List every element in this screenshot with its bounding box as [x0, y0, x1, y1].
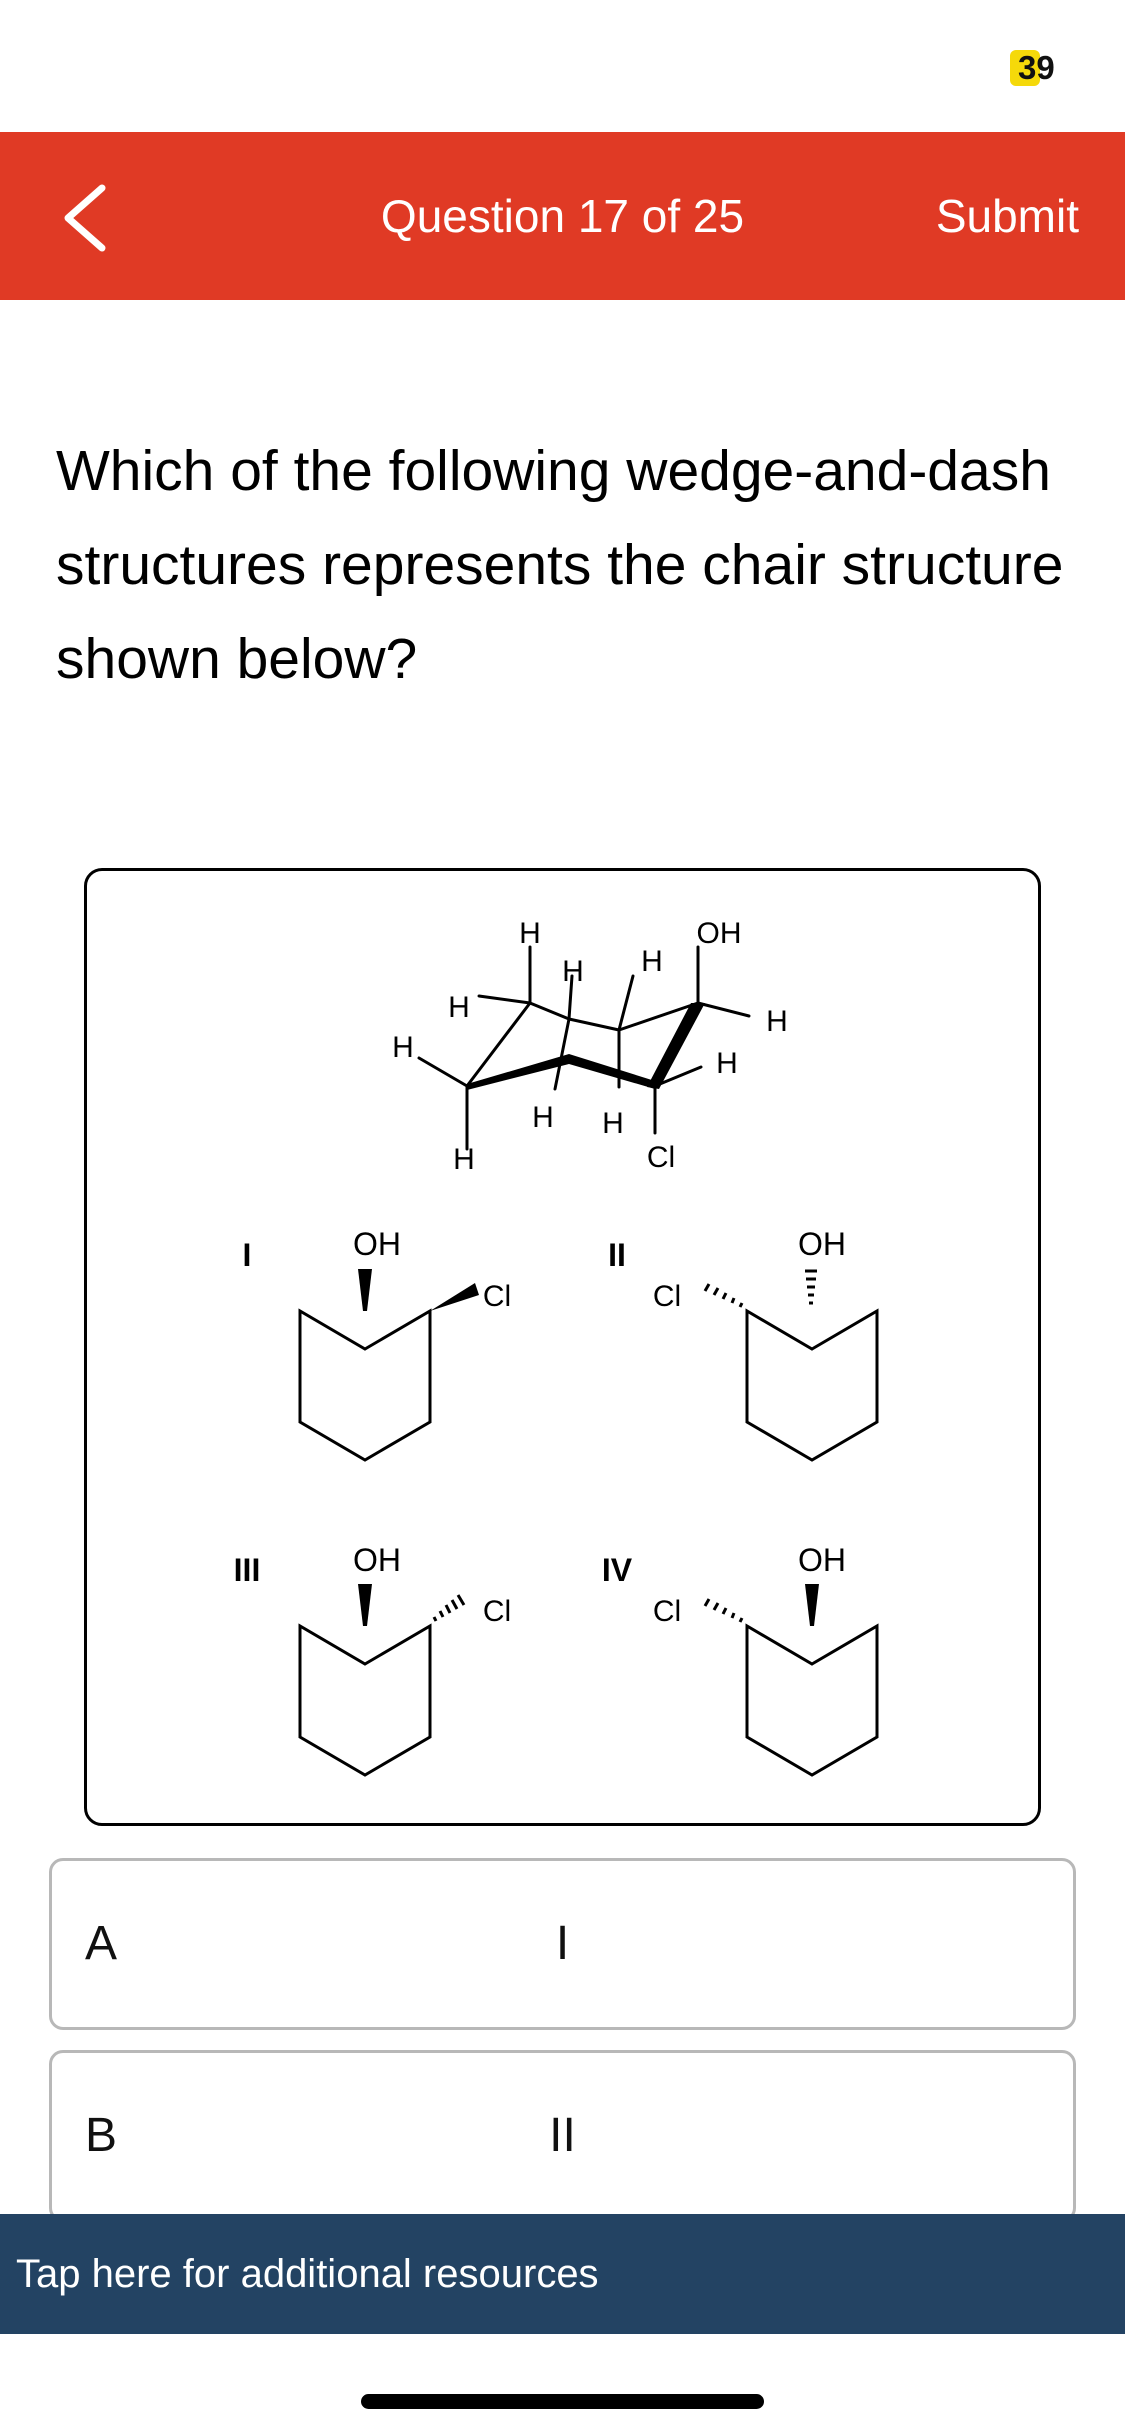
structure-IV: IV OH Cl — [602, 1542, 879, 1777]
structure-side-group: Cl — [483, 1280, 511, 1313]
chair-label-h: H — [562, 955, 584, 988]
chair-label-h: H — [453, 1143, 475, 1176]
answer-option-b[interactable]: II B — [49, 2050, 1076, 2222]
structure-I: I OH Cl — [243, 1226, 511, 1462]
chair-label-h: H — [602, 1107, 624, 1140]
structure-top-group: OH — [798, 1542, 846, 1578]
structure-numeral: I — [243, 1237, 252, 1273]
chair-label-h: H — [641, 945, 663, 978]
chair-structure — [417, 945, 751, 1151]
structure-top-group: OH — [353, 1542, 401, 1578]
home-indicator[interactable] — [361, 2394, 764, 2409]
option-value: II — [549, 2109, 576, 2162]
chair-label-h-top: H — [519, 917, 541, 950]
chair-labels: H OH H H H H H H H H H Cl — [392, 917, 788, 1176]
chair-label-cl: Cl — [647, 1141, 675, 1174]
structure-side-group: Cl — [653, 1595, 681, 1628]
structure-side-group: Cl — [653, 1280, 681, 1313]
additional-resources-label: Tap here for additional resources — [16, 2252, 599, 2296]
structure-top-group: OH — [353, 1226, 401, 1262]
chair-label-h: H — [392, 1031, 414, 1064]
submit-button[interactable]: Submit — [936, 132, 1079, 300]
timer-badge: 39 — [1010, 50, 1068, 86]
timer-value: 39 — [1018, 49, 1055, 86]
chair-label-h: H — [716, 1047, 738, 1080]
structure-numeral: IV — [602, 1552, 633, 1588]
status-bar: 39 — [0, 0, 1125, 132]
structure-III: III OH Cl — [234, 1542, 511, 1777]
structure-top-group: OH — [798, 1226, 846, 1262]
option-letter: A — [85, 1917, 118, 1970]
structure-numeral: III — [234, 1552, 261, 1588]
header-bar: Question 17 of 25 Submit — [0, 132, 1125, 300]
structure-numeral: II — [608, 1237, 626, 1273]
question-figure: H OH H H H H H H H H H Cl I OH Cl II OH — [84, 868, 1041, 1826]
structures-diagram: H OH H H H H H H H H H Cl I OH Cl II OH — [234, 917, 879, 1777]
answer-option-a[interactable]: I A — [49, 1858, 1076, 2030]
chair-label-h: H — [532, 1101, 554, 1134]
structure-II: II OH Cl — [608, 1226, 879, 1462]
option-letter: B — [85, 2109, 118, 2162]
structure-side-group: Cl — [483, 1595, 511, 1628]
option-value: I — [555, 1917, 570, 1970]
chair-label-h: H — [766, 1005, 788, 1038]
chair-label-h: H — [448, 991, 470, 1024]
question-text: Which of the following wedge-and-dash st… — [56, 439, 1064, 691]
chair-label-oh: OH — [697, 917, 742, 950]
additional-resources-bar[interactable]: Tap here for additional resources — [0, 2214, 1125, 2334]
